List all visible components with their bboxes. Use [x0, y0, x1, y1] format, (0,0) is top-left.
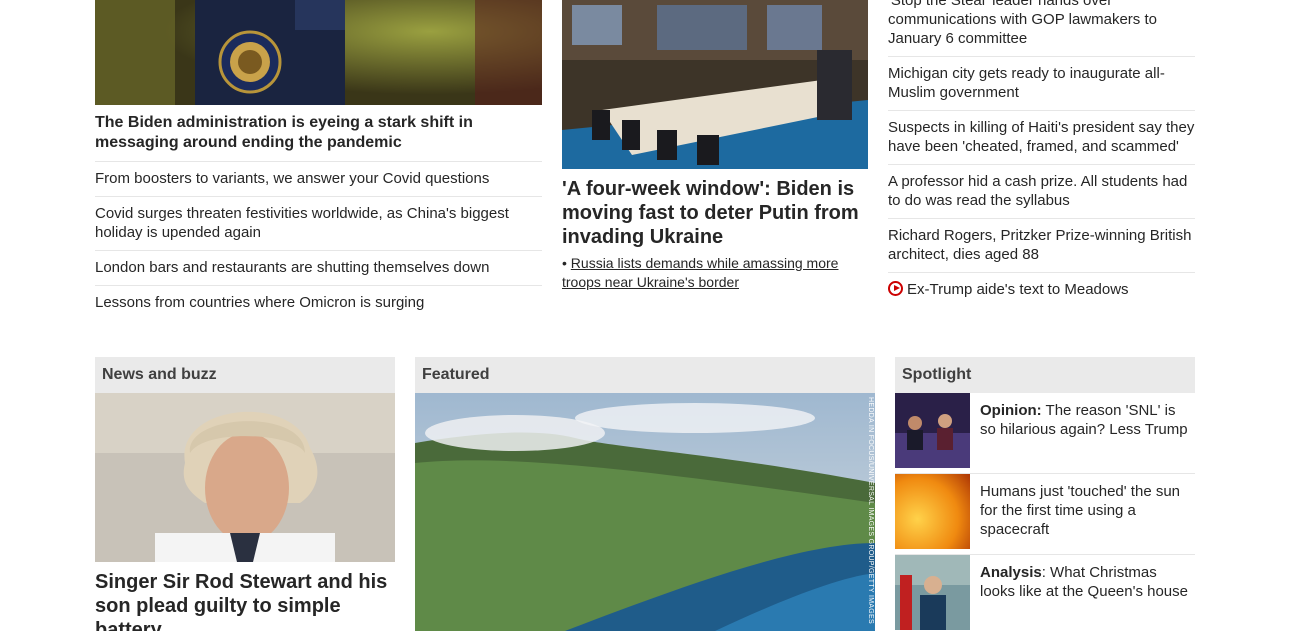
section-header[interactable]: Spotlight [895, 357, 1195, 393]
list-item[interactable]: Suspects in killing of Haiti's president… [888, 111, 1195, 165]
list-item[interactable]: 'Stop the Steal' leader hands over commu… [888, 0, 1195, 57]
spotlight-title: Humans just 'touched' the sun for the fi… [980, 483, 1181, 538]
biden-lectern-image[interactable] [95, 0, 542, 105]
lead-headline[interactable]: The Biden administration is eyeing a sta… [95, 105, 542, 162]
list-item[interactable]: From boosters to variants, we answer you… [95, 162, 542, 197]
play-icon [888, 281, 903, 296]
rod-stewart-headline[interactable]: Singer Sir Rod Stewart and his son plead… [95, 570, 395, 631]
video-item-label: Ex-Trump aide's text to Meadows [907, 281, 1129, 298]
spotlight-label: Opinion: [980, 402, 1042, 419]
queen-thumbnail[interactable] [895, 555, 970, 630]
top-left-column: The Biden administration is eyeing a sta… [95, 0, 542, 320]
photo-credit: HEDDA IN FOCUS/UNIVERSAL IMAGES GROUP/GE… [867, 397, 874, 624]
list-item[interactable]: London bars and restaurants are shutting… [95, 251, 542, 286]
list-item[interactable]: Michigan city gets ready to inaugurate a… [888, 57, 1195, 111]
video-item[interactable]: Ex-Trump aide's text to Meadows [888, 273, 1195, 307]
section-header[interactable]: News and buzz [95, 357, 395, 393]
featured-section: Featured HEDDA IN FOCUS/UNIVERSAL IMAGES… [415, 357, 875, 631]
rod-stewart-image[interactable] [95, 393, 395, 562]
ukraine-headline[interactable]: 'A four-week window': Biden is moving fa… [562, 177, 868, 249]
top-right-column: 'Stop the Steal' leader hands over commu… [888, 0, 1195, 307]
situation-room-image[interactable] [562, 0, 868, 169]
list-item[interactable]: Covid surges threaten festivities worldw… [95, 197, 542, 251]
section-header[interactable]: Featured [415, 357, 875, 393]
spotlight-text[interactable]: Humans just 'touched' the sun for the fi… [970, 474, 1195, 554]
top-mid-column: 'A four-week window': Biden is moving fa… [562, 0, 868, 292]
ukraine-sub-link[interactable]: Russia lists demands while amassing more… [562, 255, 838, 290]
list-item[interactable]: Richard Rogers, Pritzker Prize-winning B… [888, 219, 1195, 273]
island-aerial-image[interactable]: HEDDA IN FOCUS/UNIVERSAL IMAGES GROUP/GE… [415, 393, 875, 631]
spotlight-label: Analysis [980, 564, 1042, 581]
news-and-buzz-section: News and buzz Singer Sir Rod Stewart and… [95, 357, 395, 631]
spotlight-text[interactable]: Opinion: The reason 'SNL' is so hilariou… [970, 393, 1195, 473]
list-item[interactable]: Lessons from countries where Omicron is … [95, 286, 542, 320]
spotlight-item[interactable]: Opinion: The reason 'SNL' is so hilariou… [895, 393, 1195, 474]
snl-thumbnail[interactable] [895, 393, 970, 468]
spotlight-item[interactable]: Analysis: What Christmas looks like at t… [895, 555, 1195, 631]
spotlight-text[interactable]: Analysis: What Christmas looks like at t… [970, 555, 1195, 631]
ukraine-sub-item[interactable]: • Russia lists demands while amassing mo… [562, 254, 868, 292]
sun-thumbnail[interactable] [895, 474, 970, 549]
spotlight-section: Spotlight Opinion: The reason 'SNL' is s… [895, 357, 1195, 631]
spotlight-item[interactable]: Humans just 'touched' the sun for the fi… [895, 474, 1195, 555]
list-item[interactable]: A professor hid a cash prize. All studen… [888, 165, 1195, 219]
bullet: • [562, 255, 567, 271]
